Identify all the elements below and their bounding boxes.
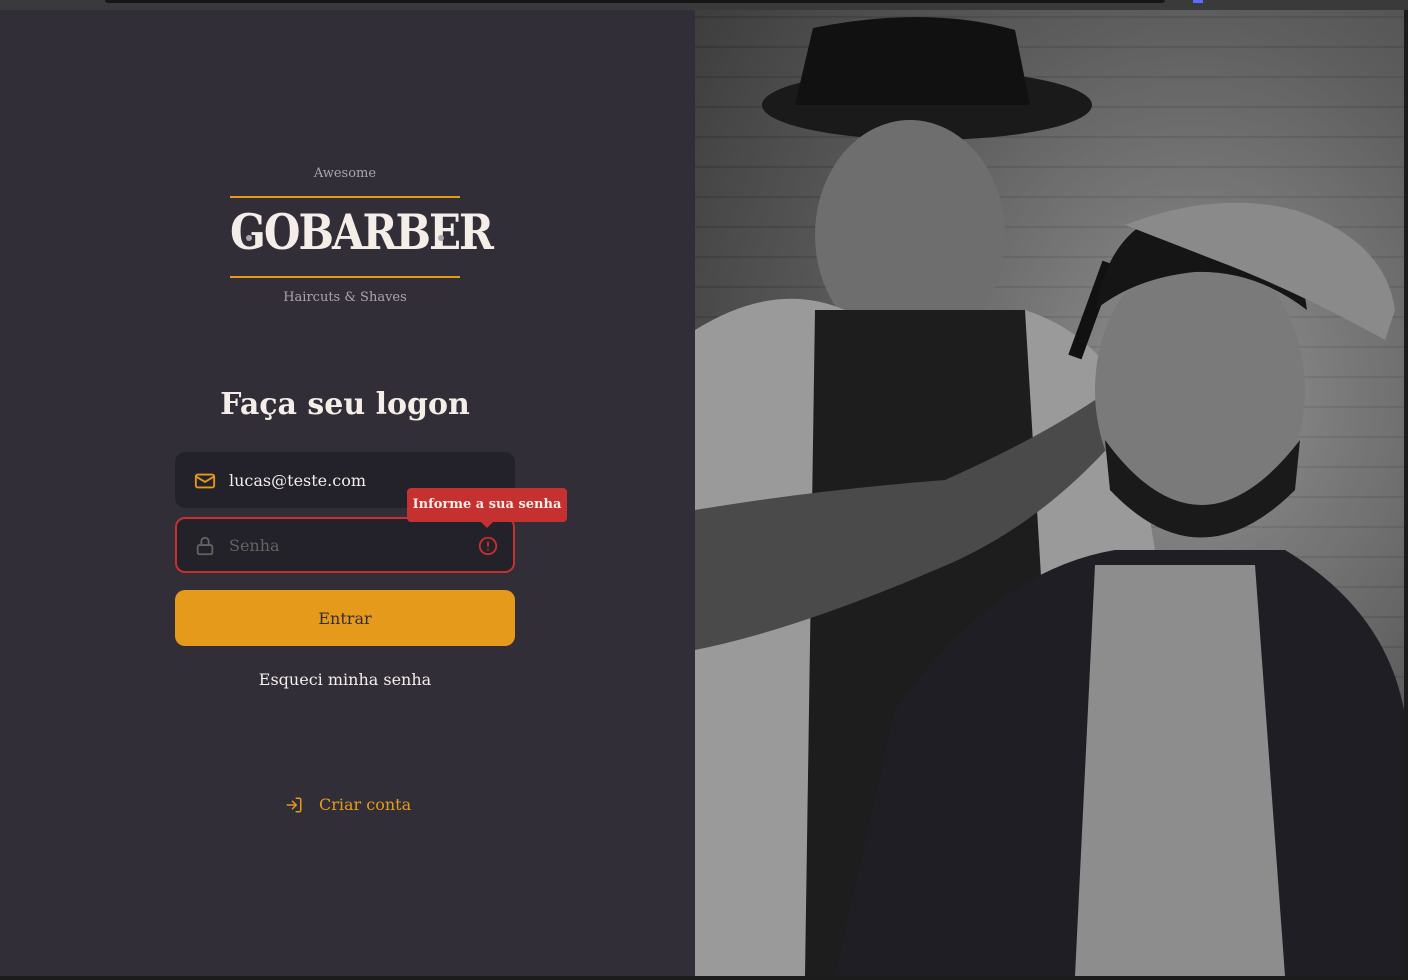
logo-divider-top xyxy=(230,196,460,198)
browser-indicator xyxy=(1193,0,1203,3)
logo-divider-bottom xyxy=(230,276,460,278)
log-in-icon xyxy=(286,797,302,813)
logo-dot-right xyxy=(438,235,444,241)
error-tooltip: Informe a sua senha xyxy=(407,488,567,528)
browser-scroll-track xyxy=(105,0,1165,3)
password-input[interactable] xyxy=(229,519,469,571)
right-edge xyxy=(1404,10,1408,980)
logo-tagline-bottom: Haircuts & Shaves xyxy=(283,290,407,305)
page-title: Faça seu logon xyxy=(220,387,470,422)
logo-wordmark: GOBARBER xyxy=(230,204,494,261)
browser-top-bar xyxy=(0,0,1408,10)
lock-icon xyxy=(196,536,214,556)
password-field[interactable] xyxy=(175,517,515,573)
alert-circle-icon[interactable] xyxy=(477,535,499,557)
logo-tagline-top: Awesome xyxy=(313,166,377,181)
hat-crown xyxy=(795,16,1030,105)
submit-button[interactable]: Entrar xyxy=(175,590,515,646)
mail-icon xyxy=(194,473,216,489)
bottom-edge xyxy=(0,976,1408,980)
barber-photo-illustration xyxy=(695,16,1404,976)
create-account-label: Criar conta xyxy=(319,795,412,814)
barber-background-image xyxy=(695,10,1404,976)
forgot-password-link[interactable]: Esqueci minha senha xyxy=(175,670,515,689)
client-tshirt xyxy=(1075,565,1285,976)
